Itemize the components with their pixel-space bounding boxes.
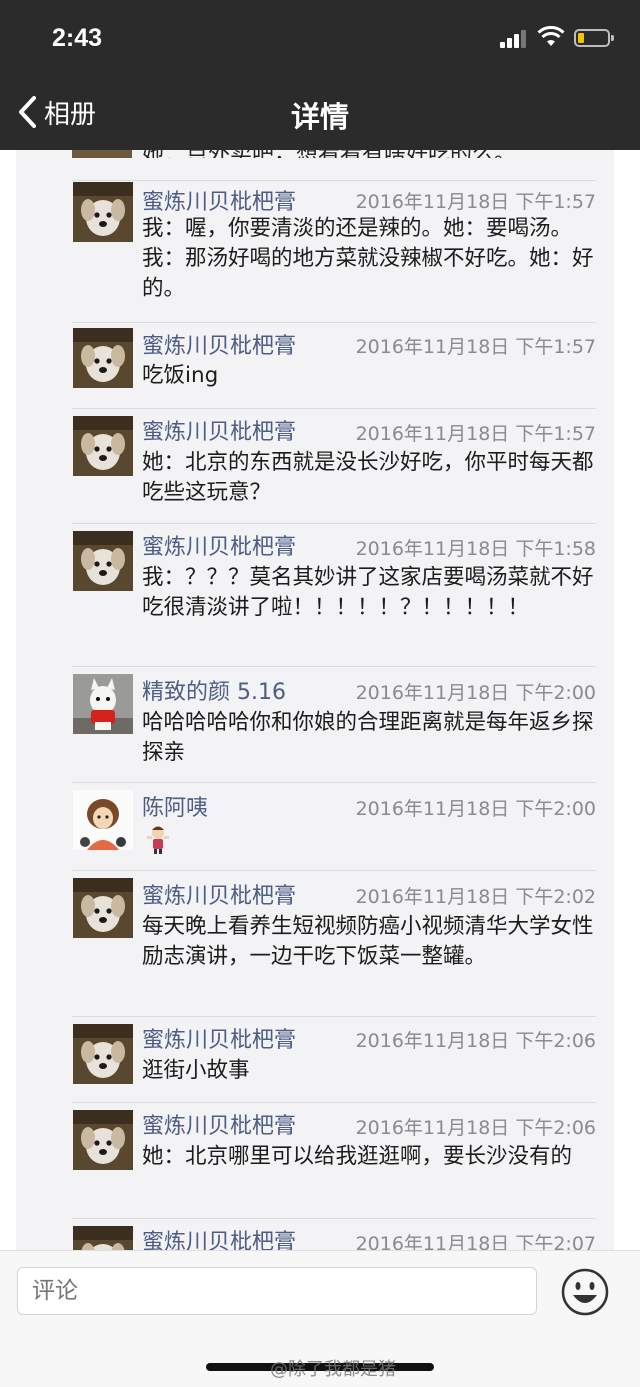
- comment-text: 我：喔，你要清淡的还是辣的。她：要喝汤。我：那汤好喝的地方菜就没辣椒不好吃。她：…: [142, 216, 594, 301]
- comment-author[interactable]: 蜜炼川贝枇杷膏: [142, 328, 296, 360]
- divider: [72, 523, 596, 524]
- comment-text: 她：北京的东西就是没长沙好吃，你平时每天都吃些这玩意？: [142, 450, 594, 505]
- divider: [72, 782, 596, 783]
- comment-time: 2016年11月18日 下午2:02: [355, 886, 596, 908]
- comment-text: 每天晚上看养生短视频防癌小视频清华大学女性励志演讲，一边干吃下饭菜一整罐。: [142, 914, 594, 969]
- divider: [72, 870, 596, 871]
- list-item[interactable]: 陈阿咦 2016年11月18日 下午2:00: [16, 782, 614, 870]
- comment-author[interactable]: 陈阿咦: [142, 790, 208, 822]
- list-item[interactable]: 蜜炼川贝枇杷膏 2016年11月18日 下午1:57 她：北京的东西就是没长沙好…: [16, 408, 614, 523]
- wifi-icon: [537, 25, 565, 48]
- comment-author[interactable]: 蜜炼川贝枇杷膏: [142, 1108, 296, 1140]
- comment-time: 2016年11月18日 下午1:57: [355, 191, 596, 213]
- comment-time: 2016年11月18日 下午2:00: [355, 798, 596, 820]
- dog-avatar[interactable]: [73, 1024, 133, 1084]
- list-item[interactable]: 蜜炼川贝枇杷膏 2016年11月18日 下午1:58 我：？？？莫名其妙讲了这家…: [16, 523, 614, 665]
- sticker-emoji-icon: [144, 824, 172, 854]
- top-header: 2:43 相册 详情: [0, 0, 640, 150]
- comment-text: 吃饭ing: [142, 363, 219, 388]
- divider: [72, 408, 596, 409]
- dog-avatar[interactable]: [73, 182, 133, 242]
- divider: [72, 322, 596, 323]
- comment-author[interactable]: 蜜炼川贝枇杷膏: [142, 414, 296, 446]
- divider: [72, 1218, 596, 1219]
- divider: [72, 180, 596, 181]
- list-item[interactable]: 蜜炼川贝枇杷膏 2016年11月18日 下午2:06 她：北京哪里可以给我逛逛啊…: [16, 1102, 614, 1217]
- comment-author[interactable]: 蜜炼川贝枇杷膏: [142, 529, 296, 561]
- comment-time: 2016年11月18日 下午1:58: [355, 538, 596, 560]
- list-item[interactable]: 蜜炼川贝枇杷膏 2016年11月18日 下午1:57 吃饭ing: [16, 322, 614, 407]
- comment-time: 2016年11月18日 下午2:07: [355, 1233, 596, 1250]
- comment-author[interactable]: 蜜炼川贝枇杷膏: [142, 1022, 296, 1054]
- status-time: 2:43: [52, 24, 103, 52]
- smiley-icon: [561, 1268, 609, 1316]
- comment-text: 哈哈哈哈哈你和你娘的合理距离就是每年返乡探探亲: [142, 710, 594, 765]
- comment-text: 我：？？？莫名其妙讲了这家店要喝汤菜就不好吃很清淡讲了啦！！！！！？！！！！！: [142, 565, 594, 620]
- comment-time: 2016年11月18日 下午2:00: [355, 682, 596, 704]
- list-item[interactable]: 蜜炼川贝枇杷膏 2016年11月18日 下午2:06 逛街小故事: [16, 1016, 614, 1102]
- comment-text: 她：北京哪里可以给我逛逛啊，要长沙没有的: [142, 1144, 573, 1169]
- list-item[interactable]: 蜜炼川贝枇杷膏 2016年11月18日 下午2:07: [16, 1218, 614, 1250]
- partial-comment: 她：点外卖吧，想看看有啥好吃的么。: [16, 150, 614, 158]
- list-item[interactable]: 蜜炼川贝枇杷膏 2016年11月18日 下午2:02 每天晚上看养生短视频防癌小…: [16, 870, 614, 1015]
- comment-author[interactable]: 蜜炼川贝枇杷膏: [142, 878, 296, 910]
- partial-comment-text: 她：点外卖吧，想看看有啥好吃的么。: [142, 150, 516, 158]
- comment-time: 2016年11月18日 下午2:06: [355, 1117, 596, 1139]
- comment-author[interactable]: 蜜炼川贝枇杷膏: [142, 1224, 296, 1250]
- watermark: @除了我都是猪: [270, 1359, 396, 1380]
- dog-avatar[interactable]: [73, 1110, 133, 1170]
- comment-input[interactable]: [17, 1267, 537, 1315]
- cartoon-avatar[interactable]: [73, 790, 133, 850]
- list-item[interactable]: 蜜炼川贝枇杷膏 2016年11月18日 下午1:57 我：喔，你要清淡的还是辣的…: [16, 180, 614, 330]
- dog-avatar[interactable]: [73, 531, 133, 591]
- divider: [72, 666, 596, 667]
- page-title: 详情: [290, 100, 349, 134]
- divider: [72, 1102, 596, 1103]
- comment-time: 2016年11月18日 下午1:57: [355, 423, 596, 445]
- dog-avatar[interactable]: [73, 328, 133, 388]
- dog-avatar[interactable]: [73, 1226, 133, 1250]
- comment-time: 2016年11月18日 下午2:06: [355, 1030, 596, 1052]
- list-item[interactable]: 精致的颜 5.16 2016年11月18日 下午2:00 哈哈哈哈哈你和你娘的合…: [16, 666, 614, 781]
- avatar: [72, 150, 132, 158]
- comment-time: 2016年11月18日 下午1:57: [355, 336, 596, 358]
- dog-avatar[interactable]: [73, 878, 133, 938]
- dog-avatar[interactable]: [73, 416, 133, 476]
- divider: [72, 1016, 596, 1017]
- comment-author[interactable]: 蜜炼川贝枇杷膏: [142, 184, 296, 216]
- comment-text: 逛街小故事: [142, 1058, 250, 1083]
- emoji-button[interactable]: [560, 1267, 610, 1317]
- white-dog-avatar[interactable]: [73, 674, 133, 734]
- cellular-signal-icon: [500, 30, 530, 48]
- comment-author[interactable]: 精致的颜 5.16: [142, 674, 286, 706]
- battery-icon: [574, 29, 614, 47]
- comment-bar: @除了我都是猪: [0, 1250, 640, 1387]
- comment-feed[interactable]: 她：点外卖吧，想看看有啥好吃的么。 蜜炼川贝枇杷膏 2016年11月18日 下午…: [16, 150, 614, 1250]
